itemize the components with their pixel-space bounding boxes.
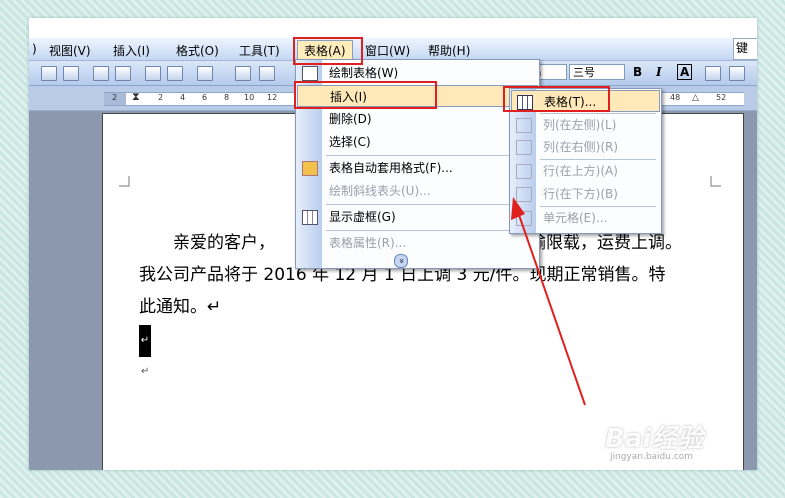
watermark-logo: Bai经验 bbox=[605, 424, 704, 454]
word-window: ) 视图(V) 插入(I) 格式(O) 工具(T) 表格(A) 窗口(W) 帮助… bbox=[29, 18, 757, 470]
watermark-url: jingyan.baidu.com bbox=[610, 452, 694, 462]
annotation-arrow bbox=[511, 197, 586, 406]
